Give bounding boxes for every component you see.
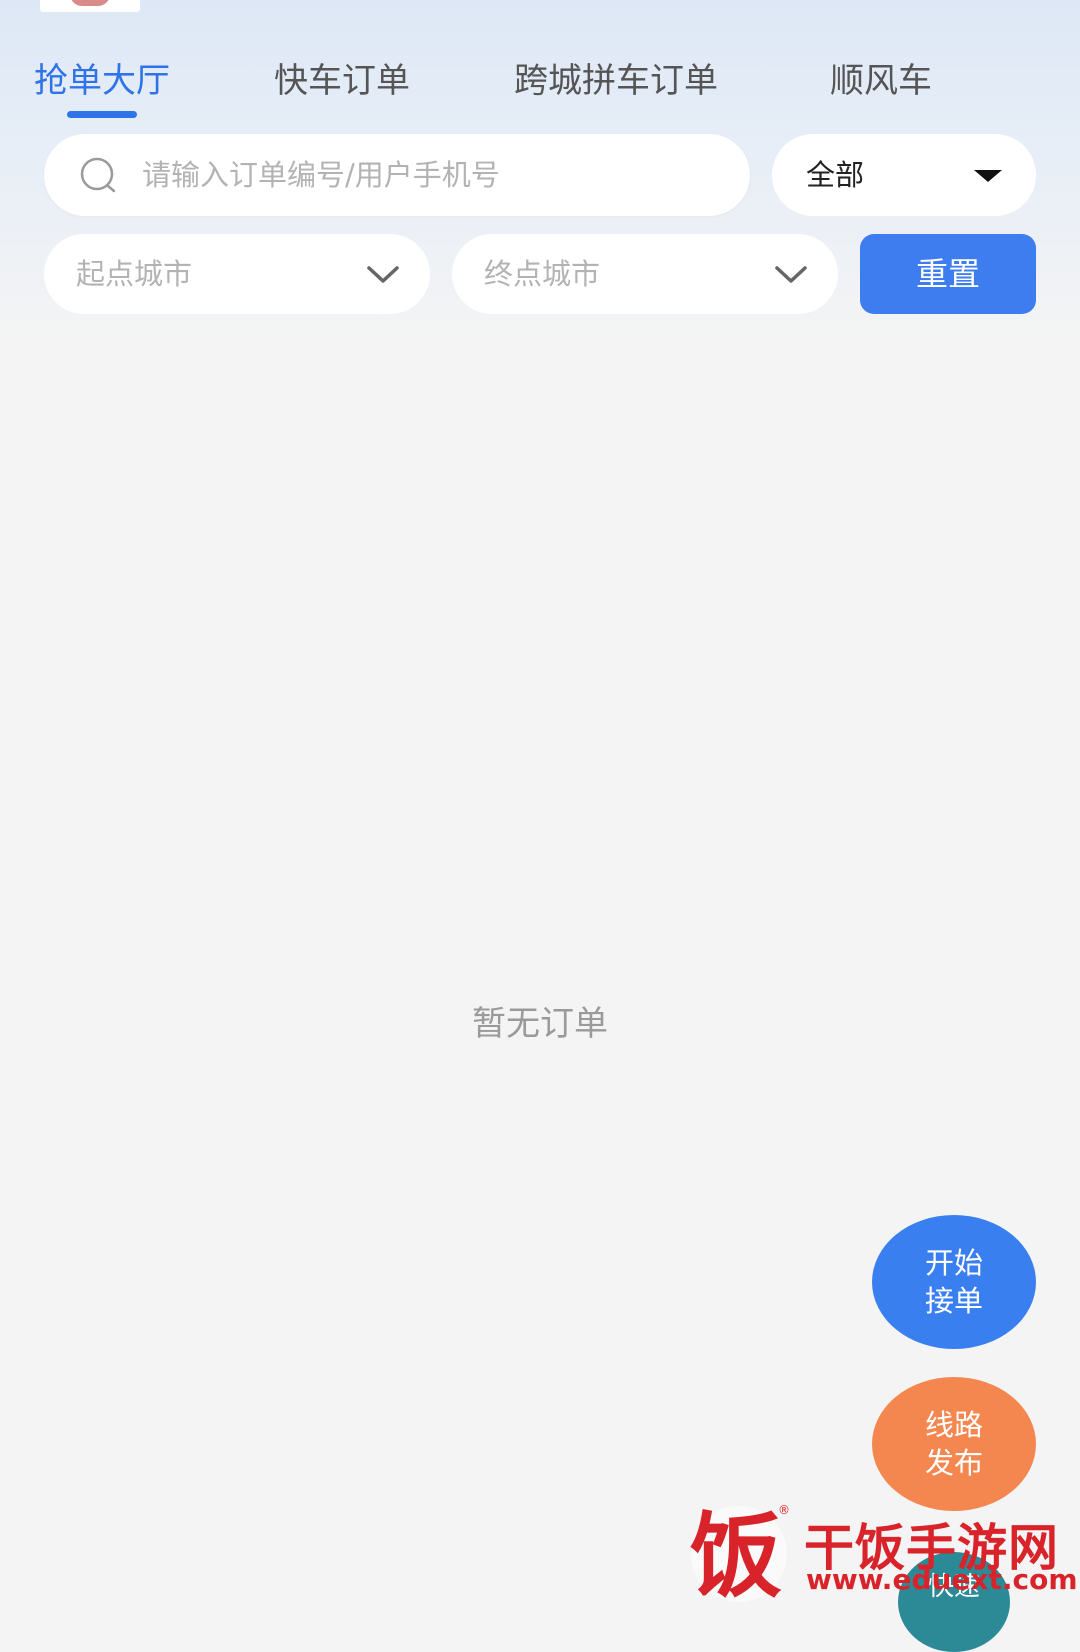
publish-route-button[interactable]: 线路 发布 <box>872 1377 1036 1511</box>
search-bar[interactable] <box>44 134 750 216</box>
tab-grab-orders[interactable]: 抢单大厅 <box>34 56 170 118</box>
end-city-placeholder: 终点城市 <box>484 257 601 291</box>
search-input[interactable] <box>142 134 722 216</box>
svg-text:®: ® <box>778 1503 790 1517</box>
watermark-url: www.eduext.com <box>806 1563 1078 1596</box>
fab-label-line: 开始 <box>924 1246 983 1280</box>
watermark-logo-glyph: 饭 <box>690 1503 782 1606</box>
reset-button[interactable]: 重置 <box>860 234 1036 314</box>
chevron-down-icon <box>367 266 399 283</box>
watermark-logo: 饭 ® <box>690 1503 790 1606</box>
tab-hitchhike[interactable]: 顺风车 <box>830 56 932 106</box>
tab-label: 跨城拼车订单 <box>514 61 718 101</box>
fab-label-line: 线路 <box>924 1408 983 1442</box>
tab-label: 顺风车 <box>830 61 932 101</box>
tab-express-orders[interactable]: 快车订单 <box>274 56 410 106</box>
order-type-selected-value: 全部 <box>806 158 865 192</box>
start-city-placeholder: 起点城市 <box>76 257 193 291</box>
fab-label-line: 接单 <box>924 1284 983 1318</box>
tab-label: 快车订单 <box>274 61 410 101</box>
search-icon <box>80 157 116 193</box>
start-city-select[interactable]: 起点城市 <box>44 234 430 314</box>
tab-label: 抢单大厅 <box>34 61 170 101</box>
start-accepting-orders-button[interactable]: 开始 接单 <box>872 1215 1036 1349</box>
chevron-down-icon <box>775 266 807 283</box>
empty-state-text: 暂无订单 <box>472 1004 608 1044</box>
tab-intercity-carpool-orders[interactable]: 跨城拼车订单 <box>514 56 718 106</box>
avatar-figure <box>70 0 110 6</box>
end-city-select[interactable]: 终点城市 <box>452 234 838 314</box>
avatar[interactable] <box>40 0 140 12</box>
order-type-select[interactable]: 全部 <box>772 134 1036 216</box>
tab-active-indicator <box>67 111 137 118</box>
fab-label-line: 发布 <box>924 1446 983 1480</box>
caret-down-icon <box>974 170 1002 182</box>
